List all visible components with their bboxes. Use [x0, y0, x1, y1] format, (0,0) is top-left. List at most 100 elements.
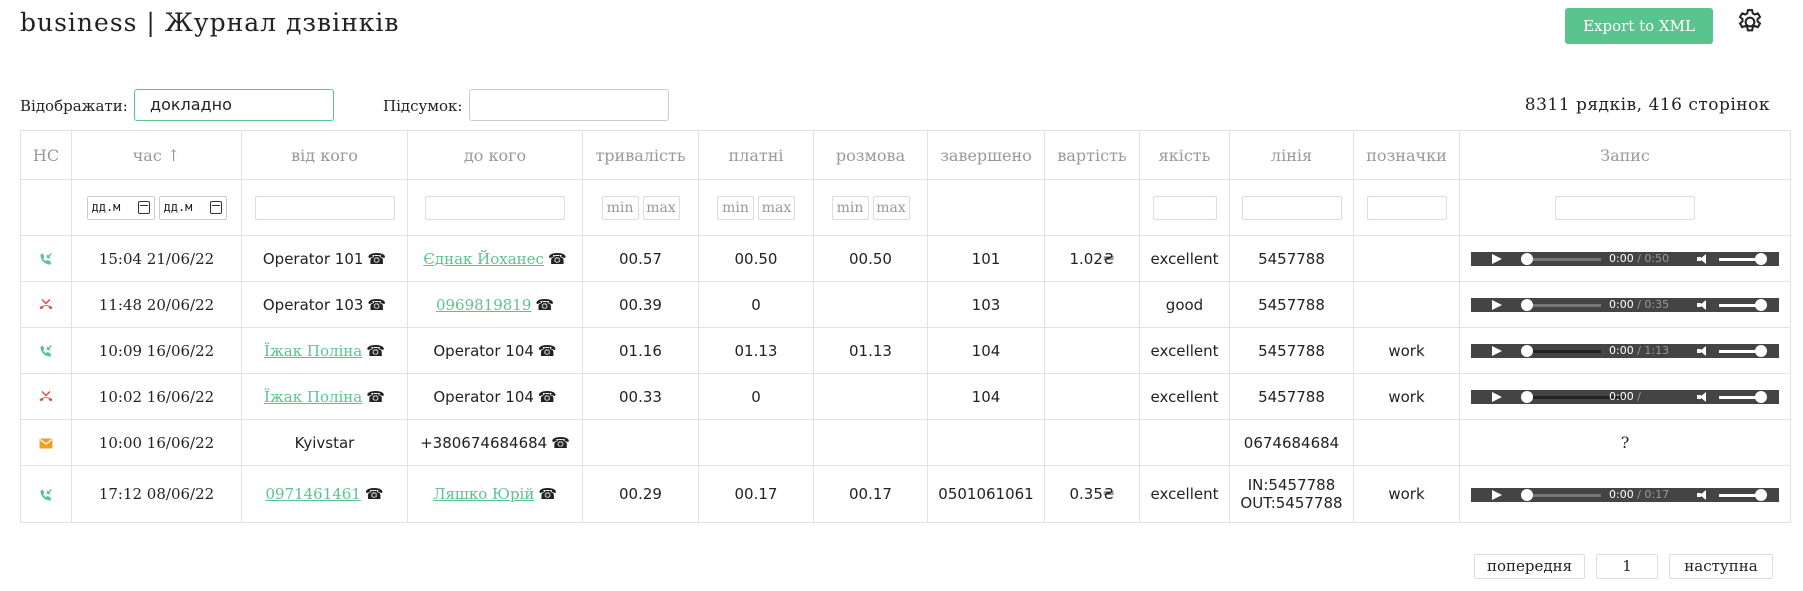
calls-table: НС час ↑ від кого до кого тривалість пла…	[20, 130, 1791, 523]
col-header-time[interactable]: час ↑	[71, 130, 242, 180]
phone-icon[interactable]: ☎	[551, 434, 570, 452]
play-icon[interactable]	[1492, 346, 1502, 356]
phone-icon[interactable]: ☎	[535, 296, 554, 314]
phone-icon[interactable]: ☎	[538, 485, 557, 503]
tag-cell: work	[1353, 327, 1460, 374]
from-filter-input[interactable]	[254, 195, 395, 220]
audio-player[interactable]: 0:00 / 0:35	[1471, 298, 1779, 312]
talk-min-input[interactable]: min	[831, 195, 869, 220]
callee-name[interactable]: 0969819819	[436, 296, 531, 314]
col-header-paid[interactable]: платні	[698, 130, 814, 180]
callee-name[interactable]: Єднак Йоханес	[423, 250, 544, 268]
audio-progress-knob[interactable]	[1521, 345, 1533, 357]
audio-progress-bar[interactable]	[1526, 493, 1601, 497]
talk-max-input[interactable]: max	[872, 195, 910, 220]
callee-name: Operator 104	[433, 341, 534, 360]
phone-icon[interactable]: ☎	[366, 342, 385, 360]
to-cell: Ляшко Юрій ☎	[407, 465, 583, 523]
quality-cell: excellent	[1139, 373, 1230, 420]
audio-player[interactable]: 0:00 / 0:50	[1471, 252, 1779, 266]
caller-name[interactable]: Їжак Поліна	[264, 342, 362, 360]
volume-icon[interactable]	[1697, 392, 1709, 402]
table-row: 10:02 16/06/22 Їжак Поліна ☎ Operator 104 ☎ 0…	[20, 373, 1791, 420]
volume-icon[interactable]	[1697, 300, 1709, 310]
col-header-record[interactable]: Запис	[1459, 130, 1791, 180]
play-icon[interactable]	[1492, 254, 1502, 264]
caller-name[interactable]: 0971461461	[265, 485, 360, 503]
col-header-quality[interactable]: якість	[1139, 130, 1230, 180]
audio-progress-knob[interactable]	[1521, 299, 1533, 311]
audio-progress-knob[interactable]	[1521, 391, 1533, 403]
callee-name[interactable]: Ляшко Юрій	[433, 485, 534, 503]
gear-icon[interactable]	[1735, 7, 1765, 37]
audio-progress-bar[interactable]	[1526, 350, 1601, 353]
phone-icon[interactable]: ☎	[366, 388, 385, 406]
table-row: 10:00 16/06/22 Kyivstar +380674684684 ☎ 0674…	[20, 419, 1791, 466]
duration-max-input[interactable]: max	[642, 195, 680, 220]
line-cell: 5457788	[1229, 281, 1354, 328]
display-mode-select[interactable]: докладно	[134, 89, 334, 121]
volume-knob[interactable]	[1755, 299, 1767, 311]
col-header-hc[interactable]: НС	[20, 130, 72, 180]
phone-icon[interactable]: ☎	[365, 485, 384, 503]
volume-knob[interactable]	[1755, 253, 1767, 265]
phone-icon[interactable]: ☎	[548, 250, 567, 268]
prev-page-button[interactable]: попередня	[1474, 554, 1585, 579]
export-xml-button[interactable]: Export to XML	[1565, 8, 1713, 44]
table-header-row: НС час ↑ від кого до кого тривалість пла…	[20, 130, 1791, 180]
missed-call-icon	[39, 391, 53, 402]
audio-progress-knob[interactable]	[1521, 488, 1533, 501]
next-page-button[interactable]: наступна	[1669, 554, 1773, 579]
line-value: 5457788	[1258, 387, 1325, 406]
audio-progress-knob[interactable]	[1521, 253, 1533, 265]
cost-cell: 0.35₴	[1044, 465, 1140, 523]
audio-player[interactable]: 0:00 / 0:17	[1471, 487, 1779, 502]
audio-player[interactable]: 0:00 /	[1471, 390, 1779, 404]
phone-icon[interactable]: ☎	[538, 388, 557, 406]
volume-knob[interactable]	[1755, 391, 1767, 403]
paid-max-input[interactable]: max	[758, 195, 795, 220]
col-header-ended[interactable]: завершено	[927, 130, 1045, 180]
play-icon[interactable]	[1492, 300, 1502, 310]
volume-icon[interactable]	[1697, 346, 1709, 356]
col-header-to[interactable]: до кого	[407, 130, 583, 180]
audio-progress-bar[interactable]	[1526, 258, 1601, 261]
volume-knob[interactable]	[1755, 345, 1767, 357]
tags-filter-input[interactable]	[1366, 195, 1447, 220]
audio-player[interactable]: 0:00 / 1:13	[1471, 344, 1779, 358]
paid-min-input[interactable]: min	[717, 195, 754, 220]
caller-name[interactable]: Їжак Поліна	[264, 388, 362, 406]
volume-knob[interactable]	[1755, 488, 1767, 501]
summary-input[interactable]	[469, 89, 669, 121]
caller-name: Operator 103	[262, 295, 364, 314]
to-filter-input[interactable]	[425, 195, 565, 220]
volume-icon[interactable]	[1697, 489, 1709, 500]
line-value: 5457788	[1258, 341, 1325, 360]
col-header-cost[interactable]: вартість	[1044, 130, 1140, 180]
duration-min-input[interactable]: min	[601, 195, 639, 220]
record-filter-input[interactable]	[1555, 195, 1695, 220]
quality-filter-input[interactable]	[1152, 195, 1217, 220]
phone-icon[interactable]: ☎	[367, 250, 386, 268]
filter-cell-paid: min max	[698, 179, 814, 236]
col-header-line[interactable]: лінія	[1229, 130, 1354, 180]
col-header-tags[interactable]: позначки	[1353, 130, 1460, 180]
line-cell: 5457788	[1229, 327, 1354, 374]
play-icon[interactable]	[1492, 392, 1502, 402]
filter-cell-empty	[20, 179, 72, 236]
line-filter-input[interactable]	[1241, 195, 1342, 220]
audio-progress-bar[interactable]	[1526, 304, 1601, 307]
date-from-input[interactable]: дд.м	[86, 195, 155, 220]
to-cell: +380674684684 ☎	[407, 419, 583, 466]
volume-icon[interactable]	[1697, 254, 1709, 264]
phone-icon[interactable]: ☎	[538, 342, 557, 360]
col-header-duration[interactable]: тривалість	[582, 130, 699, 180]
phone-icon[interactable]: ☎	[367, 296, 386, 314]
col-header-from[interactable]: від кого	[241, 130, 408, 180]
col-header-talk[interactable]: розмова	[813, 130, 928, 180]
page-number-input[interactable]: 1	[1596, 554, 1658, 579]
play-icon[interactable]	[1492, 489, 1502, 500]
tag-cell	[1353, 419, 1460, 466]
date-to-input[interactable]: дд.м	[158, 195, 227, 220]
from-cell: Operator 101 ☎	[241, 235, 408, 282]
